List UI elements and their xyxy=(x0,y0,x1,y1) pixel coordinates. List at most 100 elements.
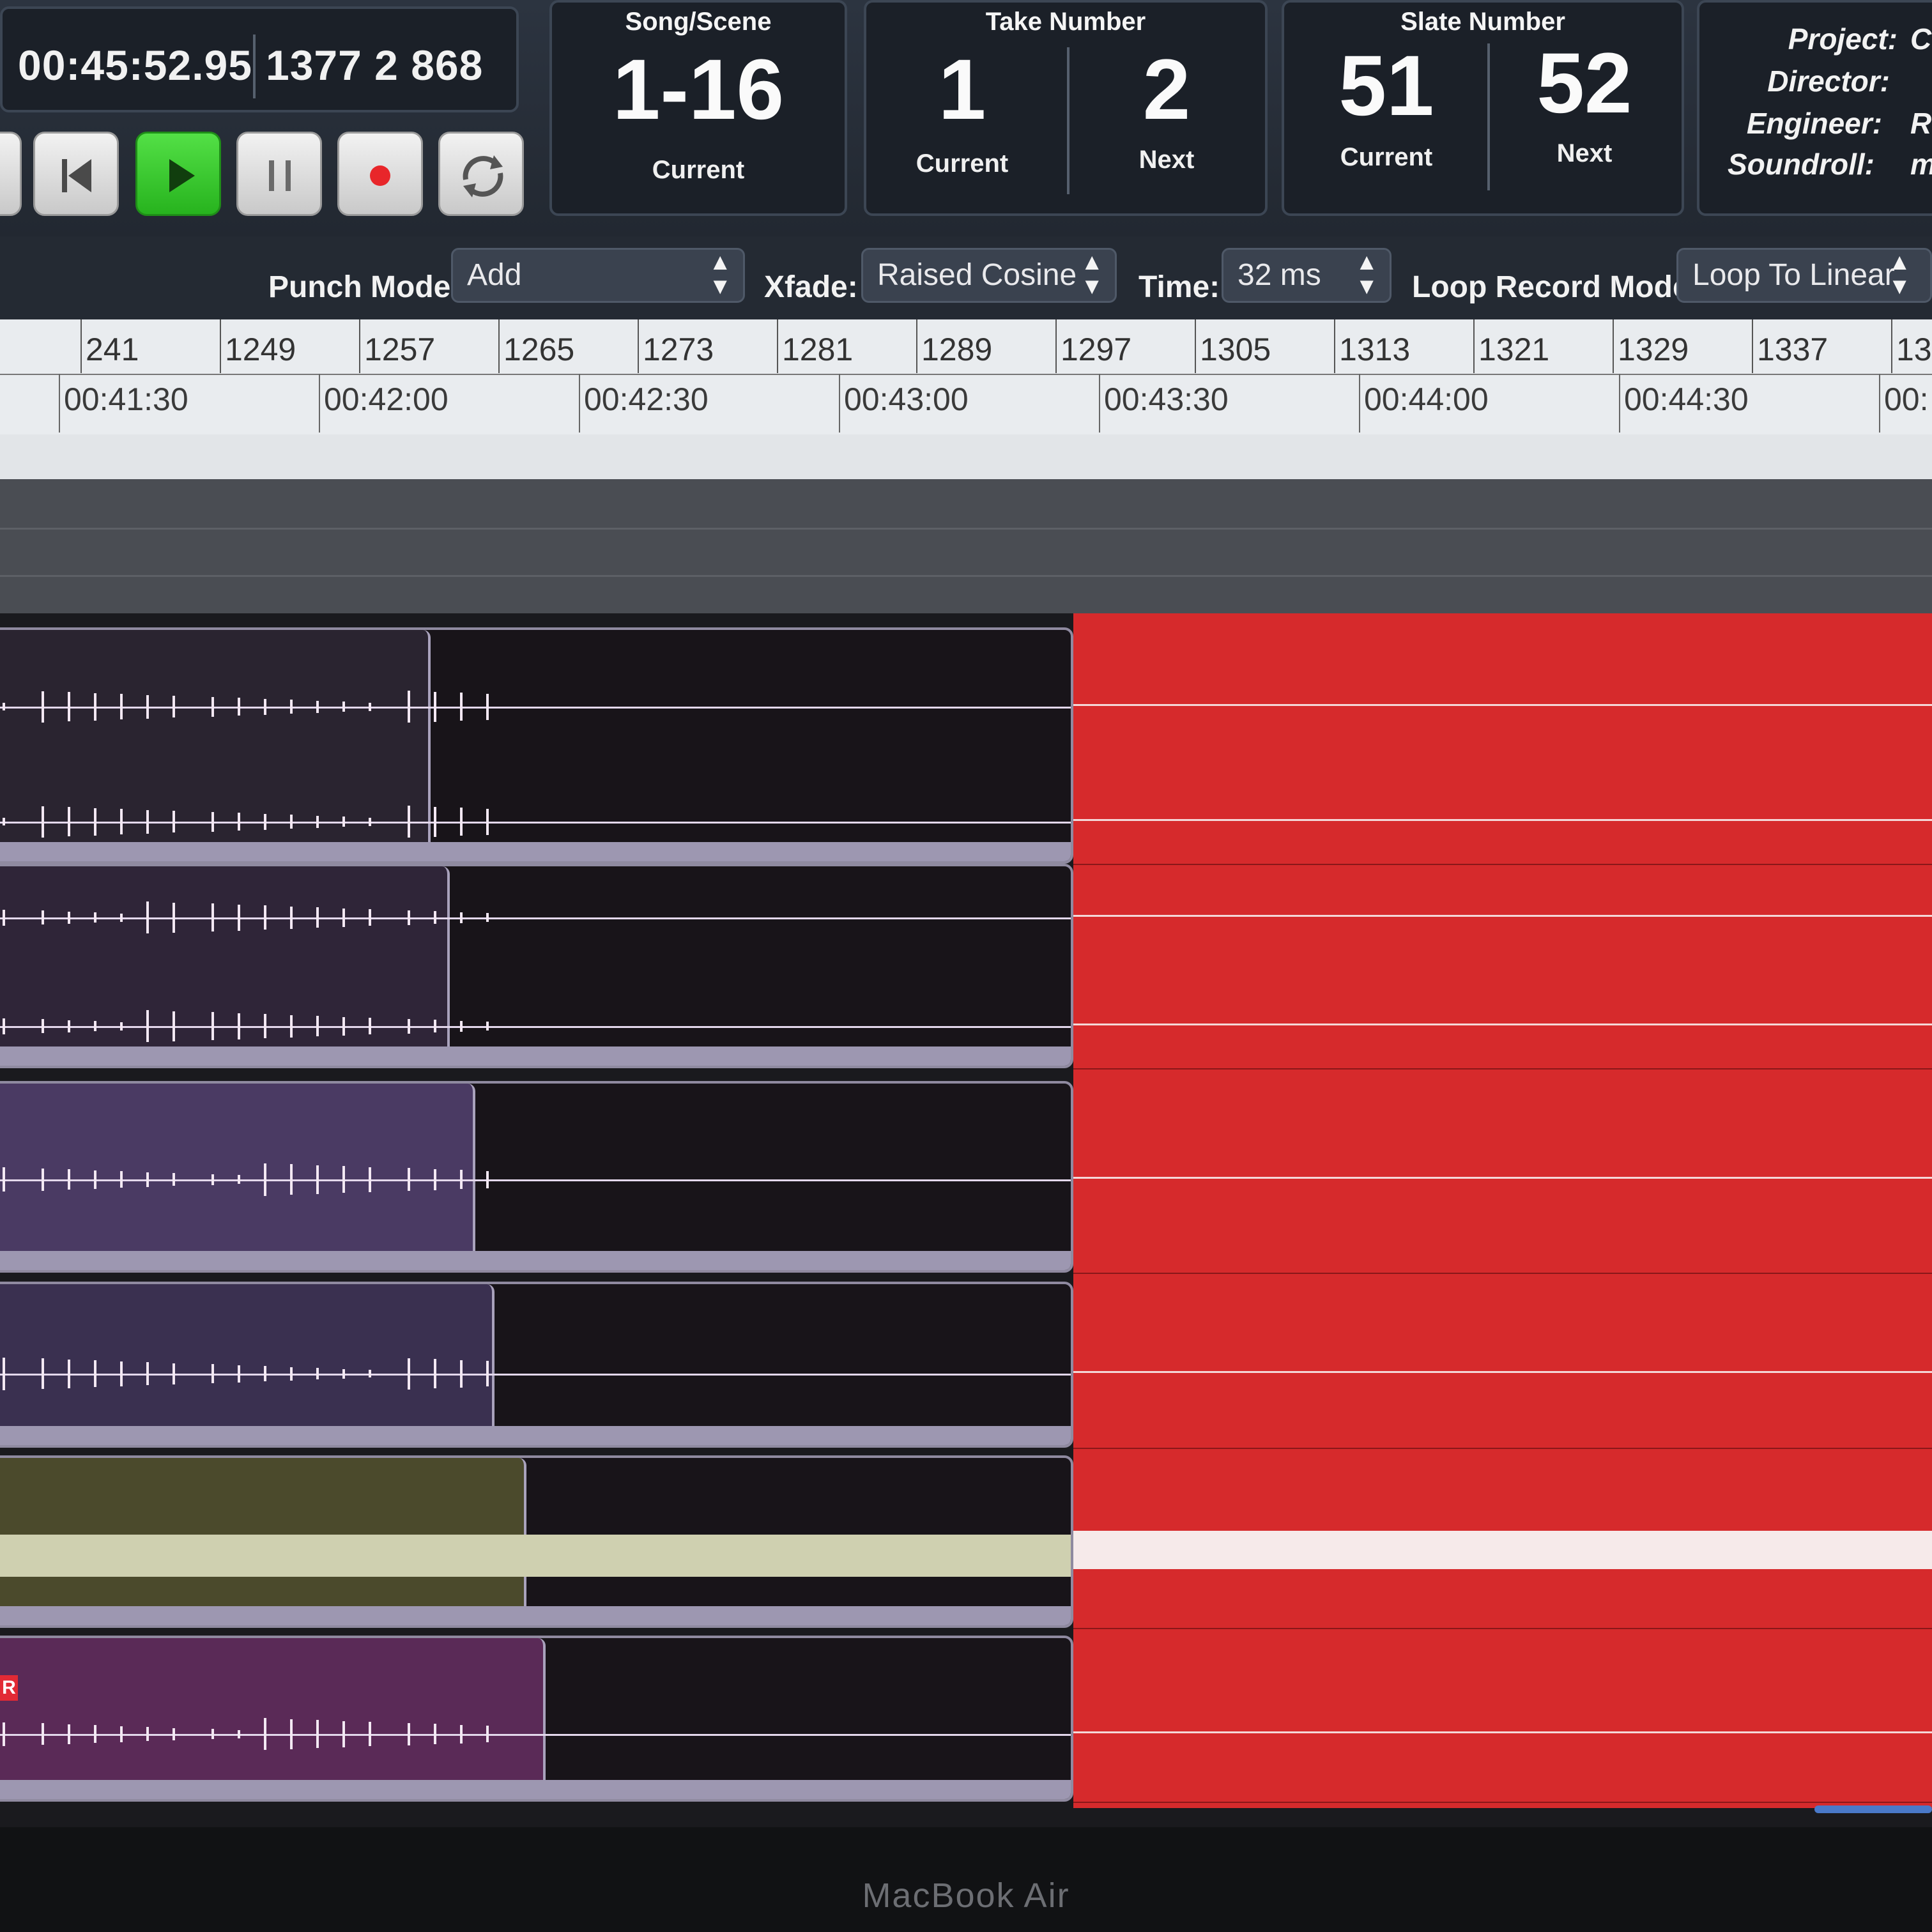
bar-tick xyxy=(1195,319,1196,373)
waveform-transient xyxy=(94,912,96,923)
play-button[interactable] xyxy=(135,132,221,216)
bar-number: 1289 xyxy=(921,332,993,367)
waveform-transient xyxy=(460,1170,463,1189)
track-record-badge[interactable]: R xyxy=(0,1675,18,1701)
time-label: 00:43:30 xyxy=(1104,381,1229,417)
recording-track-divider xyxy=(1073,1628,1932,1629)
waveform-transient xyxy=(369,817,371,826)
punch-mode-select[interactable]: Add ▲ ▼ xyxy=(451,248,745,303)
recording-track-divider xyxy=(1073,1273,1932,1274)
waveform-transient xyxy=(238,1013,240,1039)
waveform-transient xyxy=(342,1368,345,1379)
recording-waveform-line xyxy=(1073,1371,1932,1373)
xfade-time-select[interactable]: 32 ms ▲ ▼ xyxy=(1222,248,1392,303)
waveform-transient xyxy=(211,1364,214,1383)
time-label: 00: xyxy=(1884,381,1929,417)
waveform-transient xyxy=(120,1361,123,1386)
waveform-transient xyxy=(172,1011,175,1041)
waveform-transient xyxy=(434,806,436,837)
waveform-transient xyxy=(460,808,463,836)
waveform-line xyxy=(0,822,1071,824)
waveform-transient xyxy=(3,1167,5,1192)
audio-track[interactable] xyxy=(0,864,1073,1068)
waveform-transient xyxy=(369,909,371,926)
track-area[interactable]: R xyxy=(0,613,1932,1827)
take-next-value: 2 xyxy=(1142,42,1191,137)
rewind-button[interactable] xyxy=(33,132,119,216)
select-arrows-icon: ▲ ▼ xyxy=(1888,249,1911,299)
audio-clip[interactable] xyxy=(0,630,431,861)
pause-button[interactable] xyxy=(236,132,322,216)
audio-clip[interactable] xyxy=(0,866,450,1066)
bar-number: 1297 xyxy=(1061,332,1132,367)
clip-footer xyxy=(0,1046,1071,1066)
xfade-time-value: 32 ms xyxy=(1238,258,1321,292)
recording-waveform-line xyxy=(1073,704,1932,706)
ruler-spacer xyxy=(0,434,1932,479)
waveform-transient xyxy=(316,700,319,713)
xfade-time-label: Time: xyxy=(1138,270,1220,304)
waveform-transient xyxy=(290,700,293,714)
waveform-transient xyxy=(290,815,293,829)
bar-tick xyxy=(359,319,360,373)
waveform-transient xyxy=(434,1169,436,1190)
bar-number: 1337 xyxy=(1757,332,1828,367)
waveform-transient xyxy=(369,1167,371,1192)
waveform-transient xyxy=(146,1727,149,1741)
bar-tick xyxy=(1891,319,1892,373)
waveform-transient xyxy=(238,698,240,716)
waveform-transient xyxy=(211,811,214,832)
waveform-transient xyxy=(3,818,5,825)
audio-track[interactable] xyxy=(0,1282,1073,1448)
marker-lane[interactable] xyxy=(0,479,1932,613)
audio-track[interactable] xyxy=(0,627,1073,864)
waveform-transient xyxy=(316,1368,319,1379)
waveform-line xyxy=(0,707,1071,709)
bars-ruler[interactable]: 241 1249 1257 1265 1273 1281 1289 1297 1305 1313 1… xyxy=(0,319,1932,375)
xfade-select[interactable]: Raised Cosine ▲ ▼ xyxy=(861,248,1117,303)
record-button[interactable] xyxy=(337,132,423,216)
loop-record-mode-select[interactable]: Loop To Linear ▲ ▼ xyxy=(1676,248,1932,303)
waveform-transient xyxy=(94,808,96,836)
waveform-transient xyxy=(42,806,44,838)
recording-waveform-band xyxy=(1073,1531,1932,1569)
waveform-transient xyxy=(211,1174,214,1185)
time-tick xyxy=(1359,374,1360,433)
horizontal-scrollbar[interactable] xyxy=(1814,1805,1932,1813)
clock-bars-beats: 1377 2 868 xyxy=(266,42,484,89)
bar-tick xyxy=(220,319,221,373)
loop-record-mode-label: Loop Record Mode: xyxy=(1412,270,1700,304)
bar-tick xyxy=(638,319,639,373)
audio-clip[interactable] xyxy=(0,1284,494,1445)
waveform-transient xyxy=(342,1166,345,1193)
bar-number: 1345 xyxy=(1896,332,1932,367)
waveform-transient xyxy=(460,1724,463,1744)
loop-button[interactable] xyxy=(438,132,524,216)
audio-clip[interactable] xyxy=(0,1638,546,1799)
bar-number: 1257 xyxy=(364,332,436,367)
waveform-transient xyxy=(408,691,410,723)
waveform-transient xyxy=(238,1175,240,1184)
audio-track[interactable] xyxy=(0,1636,1073,1802)
clock-timecode: 00:45:52.95 xyxy=(18,42,252,89)
time-label: 00:43:00 xyxy=(844,381,969,417)
waveform-transient xyxy=(94,1021,96,1031)
bezel-label: MacBook Air xyxy=(862,1876,1070,1915)
waveform-transient xyxy=(264,698,266,715)
transport-offscreen-button[interactable] xyxy=(0,132,22,216)
take-number-panel: Take Number 1 Current 2 Next xyxy=(864,0,1268,216)
timeline-ruler[interactable]: 241 1249 1257 1265 1273 1281 1289 1297 1305 1313 1… xyxy=(0,319,1932,436)
lane-divider xyxy=(0,528,1932,530)
audio-track[interactable] xyxy=(0,1081,1073,1273)
take-next-label: Next xyxy=(1138,146,1195,174)
waveform-line xyxy=(0,917,1071,919)
audio-track[interactable] xyxy=(0,1455,1073,1628)
waveform-transient xyxy=(264,1014,266,1038)
waveform-transient xyxy=(290,1164,293,1195)
bar-tick xyxy=(1752,319,1753,373)
waveform-transient xyxy=(3,909,5,926)
waveform-transient xyxy=(264,1163,266,1196)
waveform-transient xyxy=(3,1357,5,1390)
waveform-transient xyxy=(264,1366,266,1381)
time-label: 00:44:00 xyxy=(1364,381,1489,417)
